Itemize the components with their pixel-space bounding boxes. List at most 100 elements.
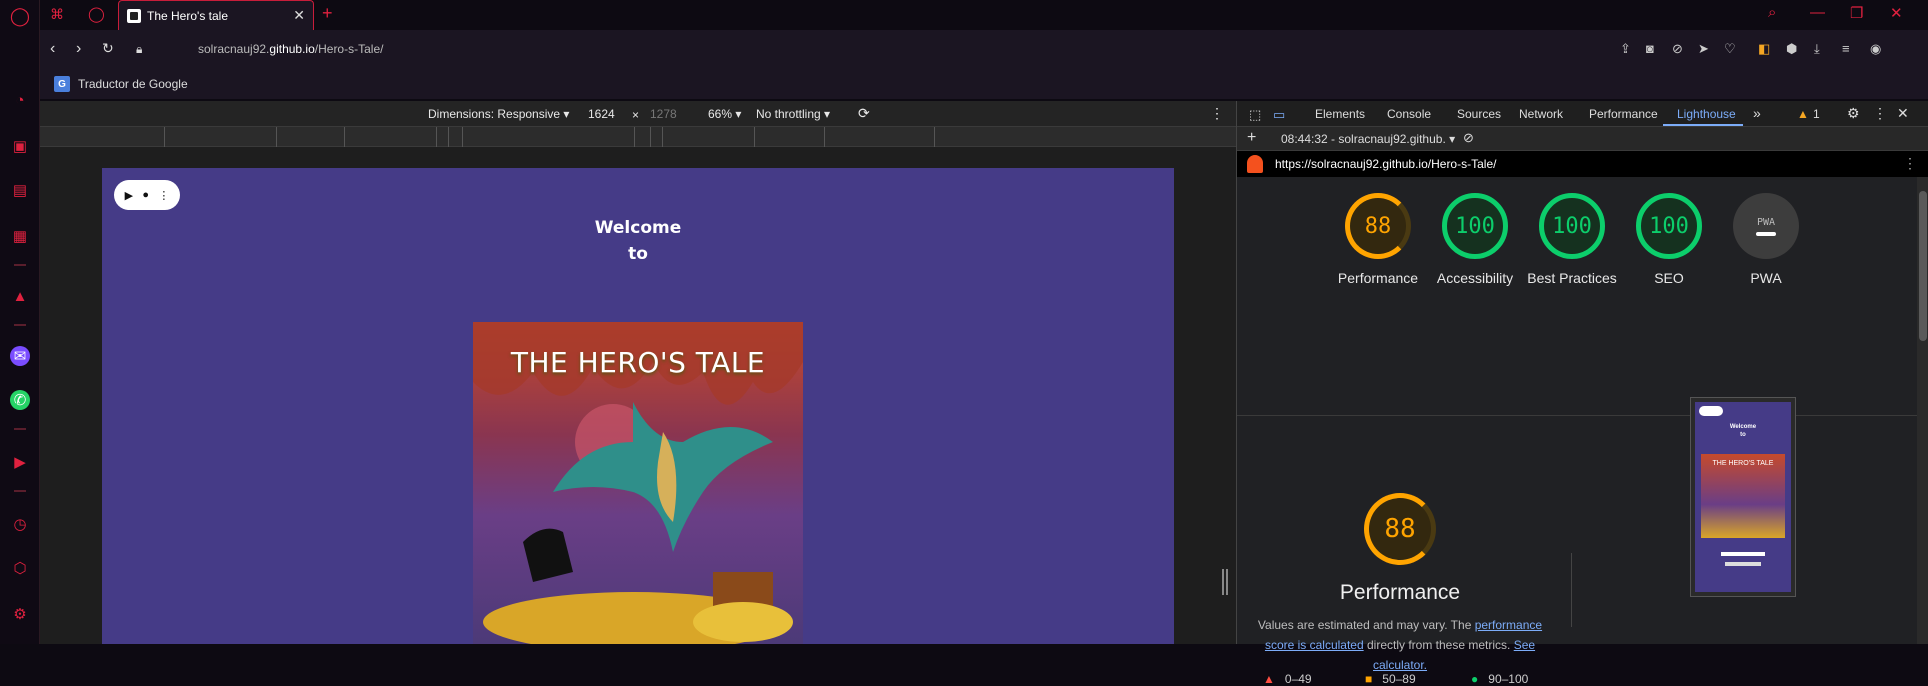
legend-fail-label: 0–49 (1284, 672, 1312, 686)
search-tabs-icon[interactable]: ⌕ (1768, 4, 1776, 21)
download-icon[interactable]: ⤓ (1814, 41, 1820, 57)
devtools-panel: ⬚ ▭ Elements Console Sources Network Per… (1236, 101, 1928, 686)
dimensions-select[interactable]: Dimensions: Responsive ▾ (428, 107, 569, 121)
minimize-icon[interactable]: — (1810, 4, 1825, 21)
aria-icon[interactable]: ▲ (10, 286, 30, 306)
circle-icon: ● (1471, 672, 1479, 686)
play-icon[interactable]: ▶ (125, 189, 133, 202)
score-label-performance: Performance (1337, 270, 1419, 286)
back-icon[interactable]: ‹ (50, 40, 55, 58)
easy-setup-icon[interactable]: ≡ (1842, 41, 1850, 56)
gx-controls-icon[interactable]: ⌘ (50, 6, 64, 23)
shopping-icon[interactable]: ▣ (10, 136, 30, 156)
record-icon[interactable]: ● (142, 189, 149, 201)
width-input[interactable]: 1624 (588, 107, 615, 121)
device-viewport: ▶ ● ⋮ Welcome to THE HERO'S TALE (40, 147, 1236, 644)
score-gauge-performance[interactable]: 88 (1345, 193, 1411, 259)
send-icon[interactable]: ➤ (1698, 41, 1709, 57)
legend-average-label: 50–89 (1382, 672, 1416, 686)
tab-elements[interactable]: Elements (1315, 107, 1365, 121)
zoom-select[interactable]: 66% ▾ (708, 107, 741, 121)
close-window-icon[interactable]: ✕ (1890, 4, 1903, 22)
emulated-page: ▶ ● ⋮ Welcome to THE HERO'S TALE (102, 168, 1174, 644)
square-icon: ■ (1365, 672, 1373, 686)
share-icon[interactable]: ⇪ (1620, 41, 1631, 57)
pwa-badge-text: PWA (1756, 216, 1776, 228)
resize-handle[interactable] (1222, 569, 1228, 595)
report-menu-icon[interactable]: ⋮ (1903, 155, 1917, 172)
tab-performance[interactable]: Performance (1589, 107, 1658, 121)
legend-fail: ▲ 0–49 (1263, 672, 1312, 686)
new-tab-icon[interactable]: + (322, 3, 333, 24)
score-label-best-practices: Best Practices (1527, 270, 1617, 286)
opera-menu-icon[interactable]: ◯ (88, 5, 105, 23)
device-more-icon[interactable]: ⋮ (1210, 105, 1224, 122)
lighthouse-report: 88 Performance 100 Accessibility 100 Bes… (1237, 177, 1917, 686)
reload-icon[interactable]: ↻ (102, 40, 114, 57)
sidebar-separator (14, 490, 26, 492)
twitch-icon[interactable]: ▤ (10, 180, 30, 200)
page-screenshot-thumbnail[interactable]: Welcome to THE HERO'S TALE (1690, 397, 1796, 597)
inspect-icon[interactable]: ⬚ (1249, 107, 1261, 123)
warning-icon[interactable]: ▲ (1797, 107, 1809, 121)
tab-heros-tale[interactable]: The Hero's tale ✕ (118, 0, 314, 30)
speed-dial-icon[interactable]: ◔ (10, 90, 30, 110)
new-report-icon[interactable]: + (1247, 129, 1256, 147)
throttling-select[interactable]: No throttling ▾ (756, 107, 830, 121)
more-icon[interactable]: ⋮ (158, 189, 169, 202)
devtools-settings-icon[interactable]: ⚙ (1847, 105, 1860, 122)
thumb-welcome: Welcome (1729, 424, 1757, 430)
maximize-icon[interactable]: ❐ (1850, 4, 1863, 22)
section-divider (1237, 415, 1917, 416)
messenger-icon[interactable]: ✉ (10, 346, 30, 366)
url-field[interactable]: solracnauj92.github.io/Hero-s-Tale/ (198, 42, 383, 56)
thumb-pill (1699, 406, 1723, 416)
report-scrollbar[interactable] (1917, 177, 1928, 644)
camera-icon[interactable]: ◙ (1646, 41, 1654, 56)
score-gauge-accessibility[interactable]: 100 (1442, 193, 1508, 259)
tab-network[interactable]: Network (1519, 107, 1563, 121)
bookmark-google-translate[interactable]: Traductor de Google (78, 77, 188, 91)
lighthouse-toolbar: + 08:44:32 - solracnauj92.github. ▾ ⊘ (1237, 127, 1928, 151)
rotate-icon[interactable]: ⟳ (858, 105, 870, 122)
times-label: × (632, 108, 640, 122)
pwa-dash-icon (1756, 231, 1776, 236)
score-gauge-best-practices[interactable]: 100 (1539, 193, 1605, 259)
devtools-tabs: ⬚ ▭ Elements Console Sources Network Per… (1237, 101, 1928, 127)
extensions-icon[interactable]: ⬡ (10, 558, 30, 578)
player-icon[interactable]: ▶ (10, 452, 30, 472)
heart-icon[interactable]: ♡ (1724, 41, 1736, 57)
adblock-icon[interactable]: ⊘ (1672, 41, 1683, 57)
devtools-menu-icon[interactable]: ⋮ (1873, 105, 1887, 122)
tab-sources[interactable]: Sources (1457, 107, 1501, 121)
url-prefix: solracnauj92. (198, 42, 270, 56)
history-icon[interactable]: ◷ (10, 514, 30, 534)
score-label-seo: SEO (1654, 270, 1684, 286)
bookmarks-bar: G Traductor de Google (40, 70, 1928, 100)
report-select[interactable]: 08:44:32 - solracnauj92.github. ▾ (1281, 132, 1455, 146)
tab-lighthouse[interactable]: Lighthouse (1677, 107, 1736, 121)
close-tab-icon[interactable]: ✕ (293, 7, 305, 24)
score-gauge-pwa[interactable]: PWA (1733, 193, 1799, 259)
score-gauge-seo[interactable]: 100 (1636, 193, 1702, 259)
gallery-icon[interactable]: ▦ (10, 226, 30, 246)
warning-count: 1 (1813, 107, 1820, 121)
settings-icon[interactable]: ⚙ (10, 604, 30, 624)
height-input[interactable]: 1278 (650, 107, 677, 121)
performance-title: Performance (1339, 581, 1461, 604)
extension-icon[interactable]: ◧ (1758, 41, 1770, 57)
device-toggle-icon[interactable]: ▭ (1273, 107, 1285, 123)
cube-icon[interactable]: ⬢ (1786, 41, 1797, 57)
media-controls[interactable]: ▶ ● ⋮ (114, 180, 180, 210)
tab-console[interactable]: Console (1387, 107, 1431, 121)
opera-logo-icon[interactable]: ◯ (10, 6, 30, 26)
forward-icon[interactable]: › (76, 40, 81, 58)
report-url[interactable]: https://solracnauj92.github.io/Hero-s-Ta… (1275, 157, 1496, 171)
clear-icon[interactable]: ⊘ (1463, 130, 1474, 146)
more-tabs-icon[interactable]: » (1753, 105, 1761, 121)
profile-icon[interactable]: ◉ (1870, 41, 1881, 57)
devtools-close-icon[interactable]: ✕ (1897, 105, 1909, 122)
device-toolbar: Dimensions: Responsive ▾ 1624 × 1278 66%… (40, 101, 1236, 127)
whatsapp-icon[interactable]: ✆ (10, 390, 30, 410)
scrollbar-thumb[interactable] (1919, 191, 1927, 341)
